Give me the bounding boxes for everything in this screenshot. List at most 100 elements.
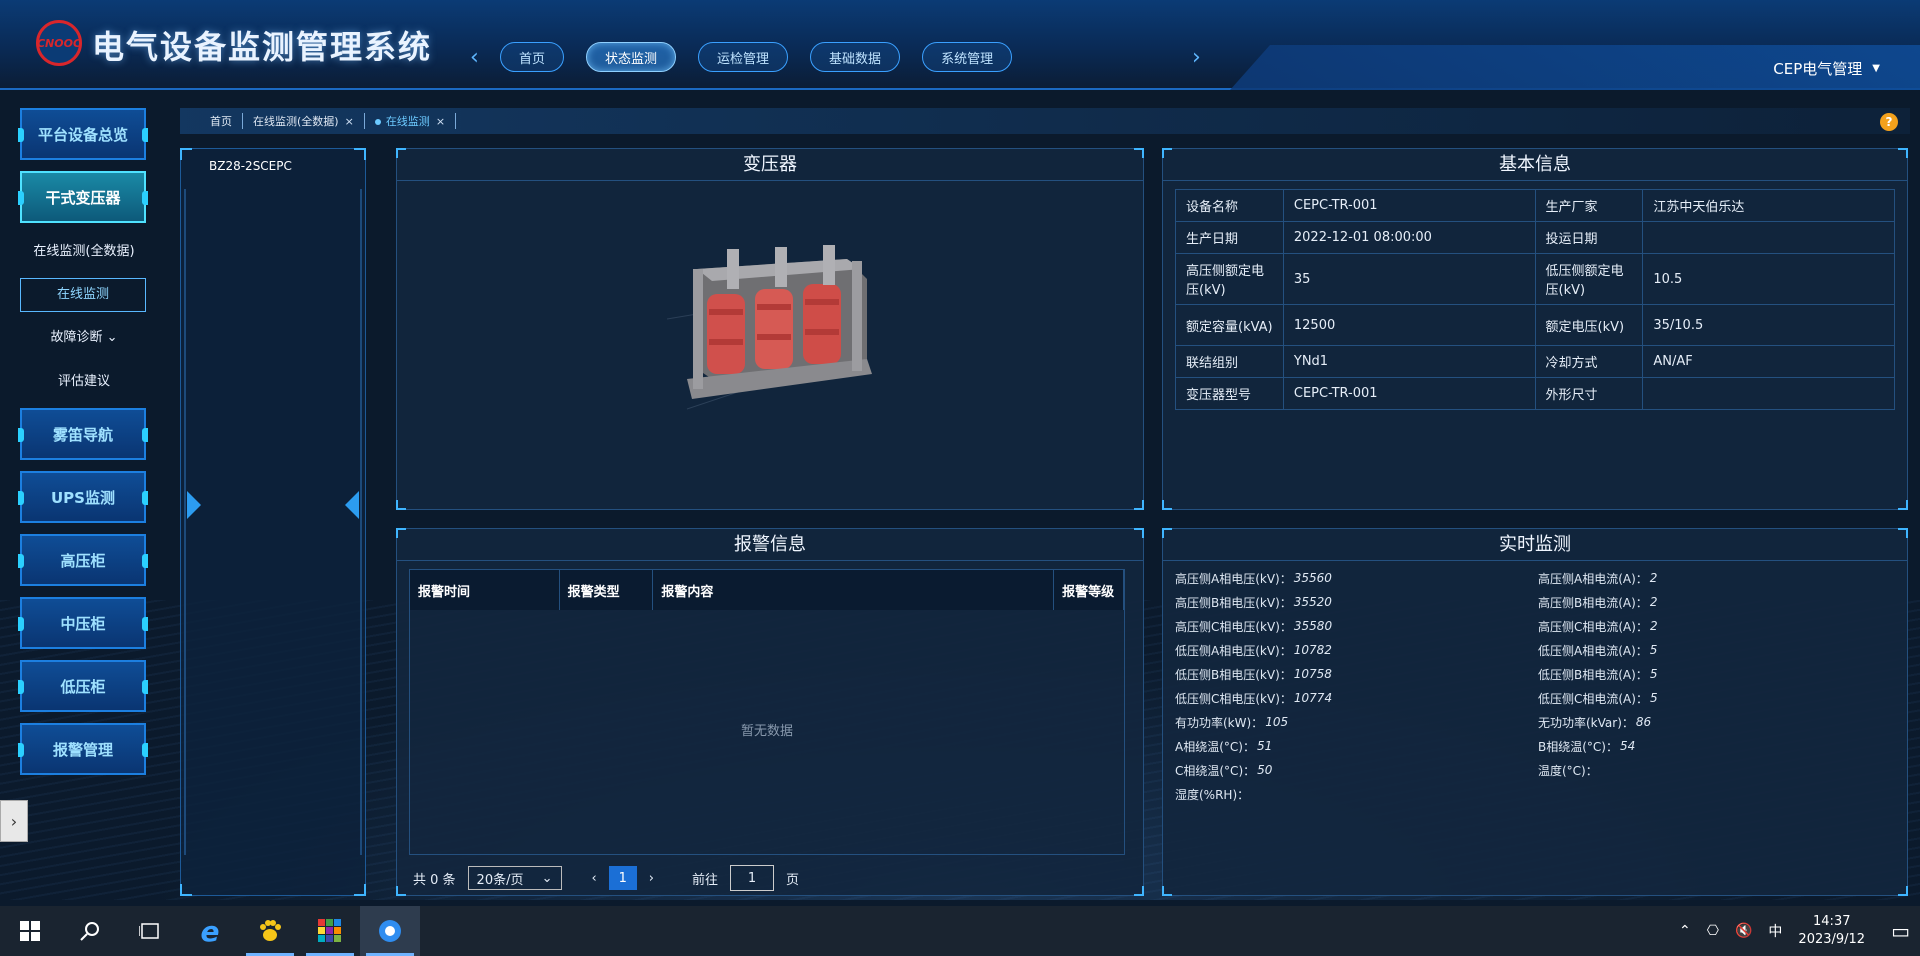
sidebar-item-9[interactable]: 中压柜 — [18, 597, 148, 649]
info-row: 联结组别 YNd1 冷却方式 AN/AF — [1175, 345, 1895, 378]
task-view-icon[interactable] — [120, 906, 180, 956]
metric-value: 10758 — [1293, 667, 1332, 681]
sidebar-item-10[interactable]: 低压柜 — [18, 660, 148, 712]
browser-app-icon[interactable] — [360, 906, 420, 956]
search-icon[interactable] — [60, 906, 120, 956]
metric-label: 高压侧A相电流(A)： — [1538, 571, 1648, 586]
sidebar-item-label: UPS监测 — [51, 488, 115, 507]
system-tray: ⌃ ⎔ 🔇 中 14:37 2023/9/12 ▭ — [1679, 906, 1910, 956]
realtime-metric: 有功功率(kW)： 105 — [1175, 713, 1538, 731]
info-key: 变压器型号 — [1175, 377, 1284, 410]
ime-indicator[interactable]: 中 — [1768, 921, 1782, 941]
sidebar-item-3[interactable]: 在线监测 — [20, 278, 146, 312]
metric-label: 低压侧A相电流(A)： — [1538, 643, 1648, 658]
clock[interactable]: 14:37 2023/9/12 — [1798, 913, 1865, 949]
close-icon[interactable]: × — [436, 115, 445, 128]
close-icon[interactable]: × — [345, 115, 354, 128]
breadcrumb-label: 在线监测(全数据) — [253, 115, 339, 128]
nav-prev-arrow-icon[interactable]: ‹ — [470, 45, 479, 70]
sidebar-item-1[interactable]: 干式变压器 — [18, 171, 148, 223]
page-size-select[interactable]: 20条/页 ⌄ — [467, 866, 562, 890]
network-icon[interactable]: ⎔ — [1707, 923, 1719, 939]
column-header[interactable]: 报警内容 — [653, 570, 1055, 610]
nav-tab-3[interactable]: 基础数据 — [810, 42, 901, 72]
chevron-down-icon: ⌄ — [102, 330, 118, 345]
column-header[interactable]: 报警时间 — [410, 570, 560, 610]
next-page-icon[interactable]: › — [649, 871, 654, 886]
sidebar-item-6[interactable]: 雾笛导航 — [18, 408, 148, 460]
breadcrumb-tab-0[interactable]: 首页 — [200, 113, 243, 129]
expand-toggle-icon[interactable]: › — [0, 800, 28, 842]
corner-decoration — [1162, 528, 1172, 538]
realtime-metric: 高压侧B相电流(A)： 2 — [1538, 593, 1875, 611]
metric-label: 无功功率(kVar)： — [1538, 715, 1634, 730]
corner-decoration — [180, 148, 192, 160]
breadcrumb-tab-1[interactable]: 在线监测(全数据) × — [243, 113, 365, 129]
expand-left-arrow-icon[interactable] — [187, 491, 201, 519]
sidebar-item-label: 低压柜 — [60, 677, 106, 696]
volume-icon[interactable]: 🔇 — [1735, 923, 1752, 939]
metric-label: 高压侧B相电流(A)： — [1538, 595, 1648, 610]
windows-start-icon[interactable] — [0, 906, 60, 956]
realtime-metric: 低压侧A相电流(A)： 5 — [1538, 641, 1875, 659]
user-menu[interactable]: CEP电气管理 ▼ — [1773, 58, 1880, 79]
internet-explorer-icon[interactable]: e — [180, 906, 240, 956]
corner-decoration — [1134, 500, 1144, 510]
info-row: 生产日期 2022-12-01 08:00:00 投运日期 — [1175, 221, 1895, 254]
column-header[interactable]: 报警类型 — [560, 570, 654, 610]
notification-icon[interactable]: ▭ — [1891, 919, 1910, 943]
metric-value: 5 — [1649, 667, 1658, 681]
nav-tab-2[interactable]: 运检管理 — [698, 42, 789, 72]
paw-app-icon[interactable] — [240, 906, 300, 956]
sidebar-item-5[interactable]: 评估建议 — [20, 364, 148, 400]
metric-label: 有功功率(kW)： — [1175, 715, 1264, 730]
sidebar-item-label: 中压柜 — [60, 614, 106, 633]
info-key: 额定容量(kVA) — [1175, 304, 1284, 346]
breadcrumb-tab-2[interactable]: 在线监测 × — [365, 113, 457, 129]
info-key: 高压侧额定电压(kV) — [1175, 253, 1284, 305]
device-tree-panel: BZ28-2SCEPC — [180, 148, 366, 896]
basic-info-panel: 基本信息 设备名称 CEPC-TR-001 生产厂家 江苏中天伯乐达 生产日期 2022-… — [1162, 148, 1908, 510]
info-row: 额定容量(kVA) 12500 额定电压(kV) 35/10.5 — [1175, 304, 1895, 346]
breadcrumb-label: 首页 — [210, 115, 232, 128]
chevron-up-icon[interactable]: ⌃ — [1679, 923, 1691, 939]
sidebar-item-label: 高压柜 — [60, 551, 106, 570]
metric-value: 5 — [1649, 643, 1658, 657]
column-header[interactable]: 报警等级 — [1054, 570, 1124, 610]
app-title: 电气设备监测管理系统 — [92, 28, 433, 66]
tree-rail-left — [184, 189, 186, 855]
sidebar-item-7[interactable]: UPS监测 — [18, 471, 148, 523]
info-value: 35/10.5 — [1642, 304, 1895, 346]
info-value: 江苏中天伯乐达 — [1642, 189, 1895, 222]
corner-decoration — [396, 528, 406, 538]
metric-value: 2 — [1649, 619, 1658, 633]
nav-tab-1[interactable]: 状态监测 — [586, 42, 677, 72]
sidebar-item-0[interactable]: 平台设备总览 — [18, 108, 148, 160]
metric-label: 湿度(%RH)： — [1175, 787, 1250, 802]
sidebar-item-2[interactable]: 在线监测(全数据) — [20, 234, 148, 270]
corner-decoration — [396, 886, 406, 896]
app-grid-icon[interactable] — [300, 906, 360, 956]
collapse-right-arrow-icon[interactable] — [345, 491, 359, 519]
info-key: 设备名称 — [1175, 189, 1284, 222]
metric-value: 50 — [1257, 763, 1273, 777]
nav-next-arrow-icon[interactable]: › — [1192, 45, 1201, 70]
goto-page-input[interactable]: 1 — [729, 865, 774, 891]
prev-page-icon[interactable]: ‹ — [592, 871, 597, 886]
sidebar-item-label: 故障诊断 — [50, 330, 103, 345]
transformer-panel: 变压器 — [396, 148, 1144, 510]
sidebar-item-8[interactable]: 高压柜 — [18, 534, 148, 586]
corner-decoration — [354, 148, 366, 160]
page-number-current[interactable]: 1 — [608, 866, 637, 890]
tree-item-device[interactable]: BZ28-2SCEPC — [209, 159, 292, 173]
metric-label: 低压侧B相电流(A)： — [1538, 667, 1648, 682]
metric-label: 温度(°C)： — [1538, 763, 1598, 778]
nav-tab-0[interactable]: 首页 — [500, 42, 565, 72]
sidebar-item-11[interactable]: 报警管理 — [18, 723, 148, 775]
sidebar-item-4[interactable]: 故障诊断 ⌄ — [20, 320, 148, 356]
nav-tab-4[interactable]: 系统管理 — [922, 42, 1013, 72]
corner-decoration — [180, 884, 192, 896]
transformer-3d-model[interactable] — [667, 239, 877, 429]
date: 2023/9/12 — [1798, 932, 1866, 947]
help-icon[interactable]: ? — [1880, 113, 1898, 131]
